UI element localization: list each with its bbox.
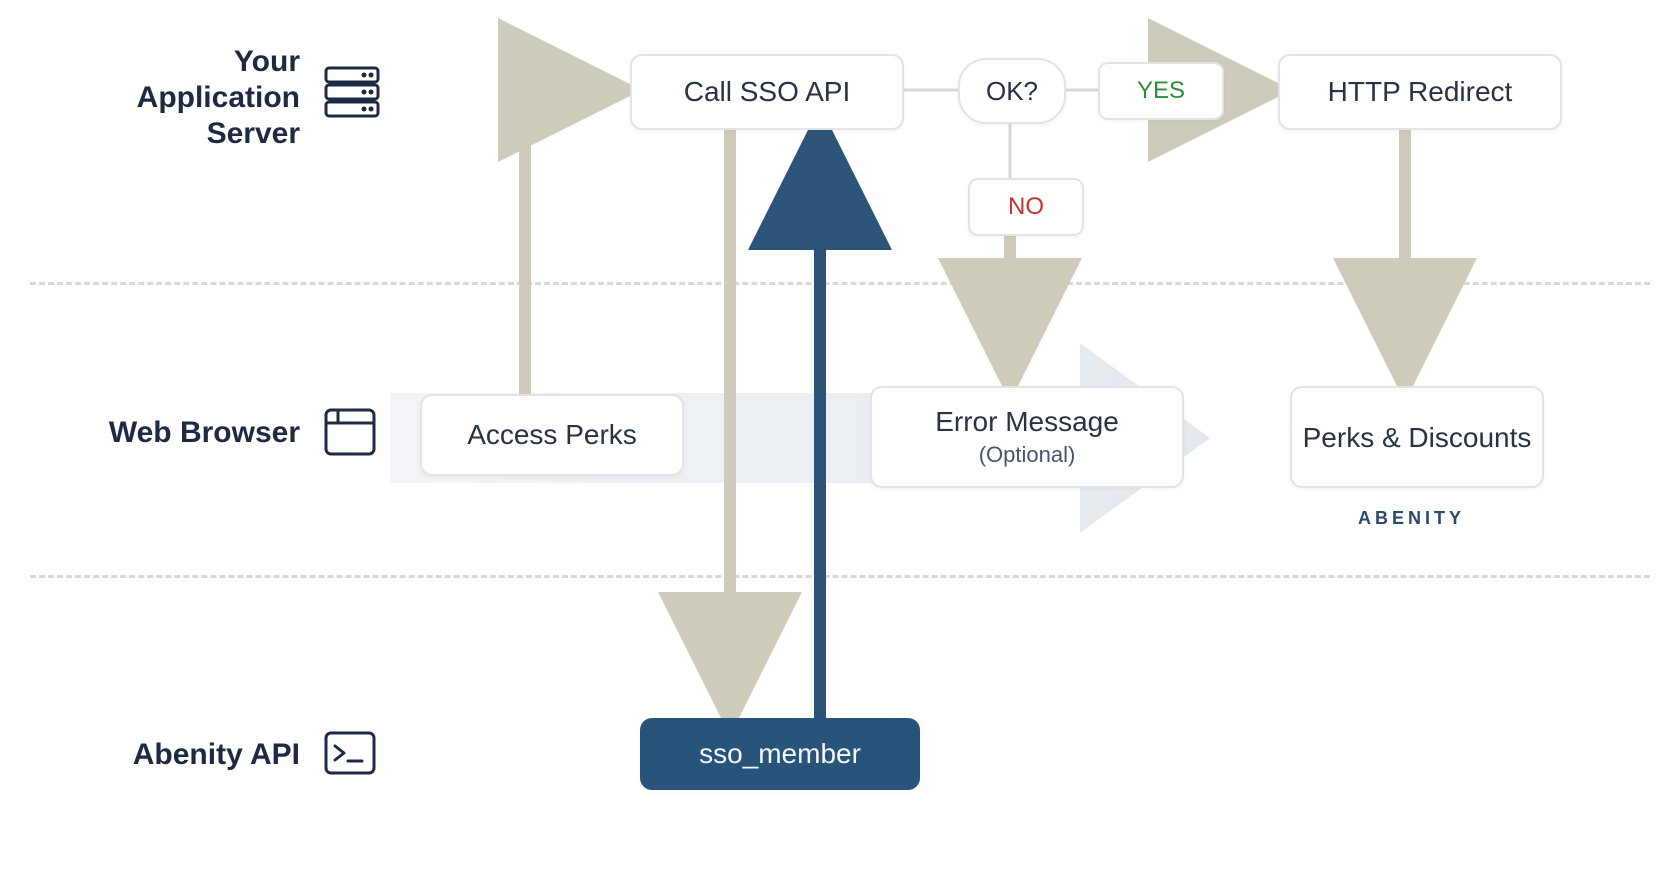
node-ok-decision: OK? <box>958 58 1066 124</box>
node-sublabel: (Optional) <box>979 442 1076 468</box>
lane-divider-1 <box>30 282 1650 285</box>
lane-label-text: Web Browser <box>40 415 300 451</box>
lane-label-browser: Web Browser <box>40 415 300 451</box>
server-icon <box>320 60 384 129</box>
node-label: NO <box>1008 193 1044 221</box>
node-label: Call SSO API <box>684 76 851 108</box>
lane-label-text: Your <box>40 44 300 80</box>
lane-label-app-server: Your Application Server <box>40 44 300 152</box>
lane-divider-2 <box>30 575 1650 578</box>
node-http-redirect: HTTP Redirect <box>1278 54 1562 130</box>
brand-tag-abenity: ABENITY <box>1358 508 1465 529</box>
terminal-icon <box>320 723 380 788</box>
node-label: Perks & Discounts <box>1303 420 1532 455</box>
node-yes: YES <box>1098 62 1224 120</box>
diagram-canvas: Your Application Server Web Browser <box>0 0 1680 888</box>
node-no: NO <box>968 178 1084 236</box>
lane-label-text: Server <box>40 116 300 152</box>
lane-label-text: Application <box>40 80 300 116</box>
node-label: Access Perks <box>467 419 637 451</box>
brand-tag-text: ABENITY <box>1358 508 1465 528</box>
node-label: Error Message <box>935 406 1119 438</box>
browser-icon <box>320 402 380 467</box>
node-sso-member: sso_member <box>640 718 920 790</box>
node-access-perks: Access Perks <box>420 394 684 476</box>
lane-label-api: Abenity API <box>40 737 300 773</box>
lane-label-text: Abenity API <box>40 737 300 773</box>
node-label: sso_member <box>699 738 861 770</box>
node-label: OK? <box>986 76 1038 107</box>
node-error-message: Error Message (Optional) <box>870 386 1184 488</box>
node-perks-discounts: Perks & Discounts <box>1290 386 1544 488</box>
node-label: YES <box>1137 77 1185 105</box>
node-label: HTTP Redirect <box>1328 76 1513 108</box>
node-call-sso-api: Call SSO API <box>630 54 904 130</box>
